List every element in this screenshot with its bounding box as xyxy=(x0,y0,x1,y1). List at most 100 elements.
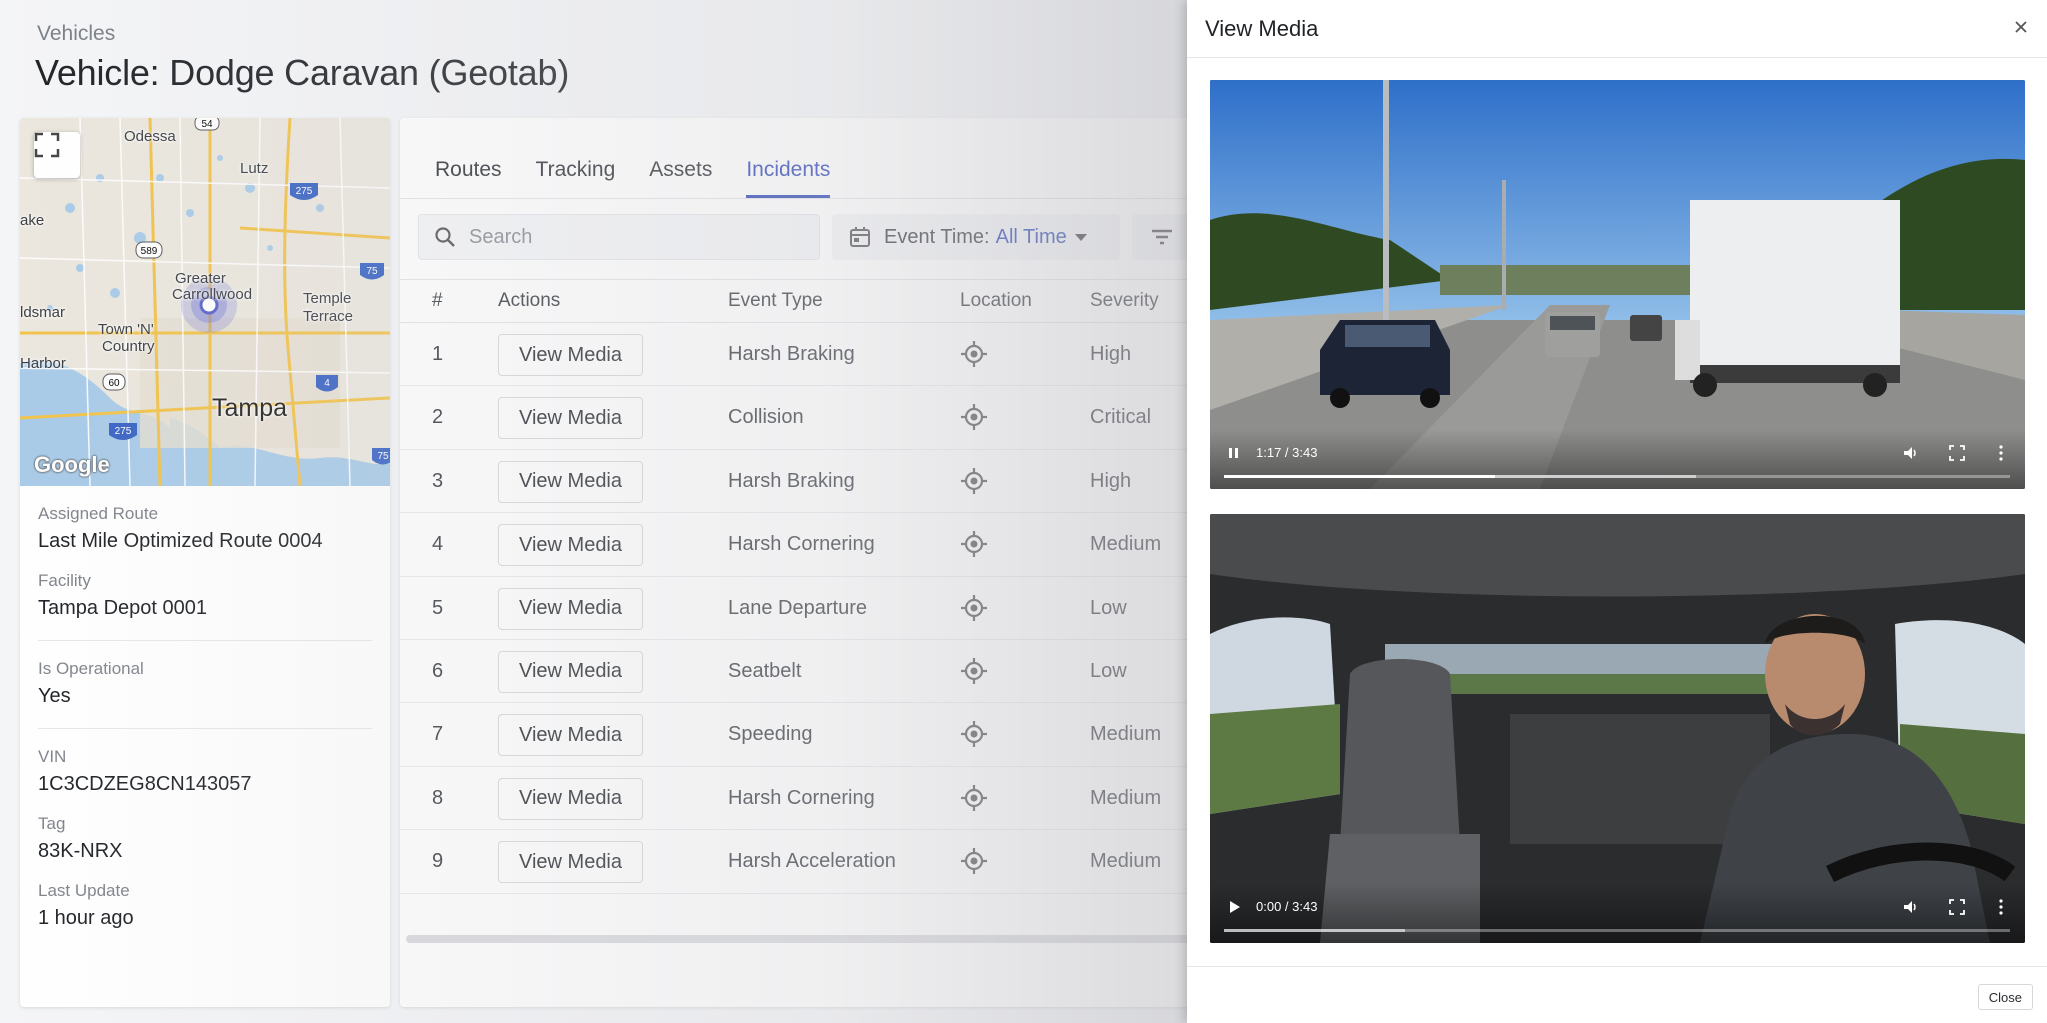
location-target-icon[interactable] xyxy=(960,784,988,812)
event-type: Harsh Braking xyxy=(728,343,855,365)
info-value: Yes xyxy=(38,685,71,707)
video-time: 0:00 / 3:43 xyxy=(1256,899,1318,914)
location-target-icon[interactable] xyxy=(960,847,988,875)
drawer-header: View Media xyxy=(1187,0,2047,58)
volume-icon[interactable] xyxy=(1901,443,1921,463)
view-media-button[interactable]: View Media xyxy=(498,334,643,376)
event-type: Seatbelt xyxy=(728,659,802,682)
fullscreen-icon[interactable] xyxy=(1947,897,1967,917)
tab-incidents[interactable]: Incidents xyxy=(746,158,831,198)
location-target-icon[interactable] xyxy=(960,720,988,748)
vehicle-summary-card: 54 275 589 75 60 4 275 75 Odessa Lutz ak… xyxy=(20,118,390,1007)
event-type: Harsh Braking xyxy=(728,469,855,492)
search-box[interactable] xyxy=(418,214,820,260)
drawer-close-button[interactable] xyxy=(2009,15,2033,39)
info-value: 1C3CDZEG8CN143057 xyxy=(38,773,252,795)
map-label: Tampa xyxy=(212,394,288,422)
page-title: Vehicle: Dodge Caravan (Geotab) xyxy=(35,52,570,93)
event-type: Lane Departure xyxy=(728,596,867,619)
view-media-button[interactable]: View Media xyxy=(498,777,643,820)
view-media-button[interactable]: View Media xyxy=(498,397,643,440)
video-progress-bar[interactable] xyxy=(1224,475,2010,478)
info-group-identity: VIN 1C3CDZEG8CN143057 Tag 83K-NRX Last U… xyxy=(38,729,372,950)
info-item: VIN 1C3CDZEG8CN143057 xyxy=(38,747,372,796)
severity: Critical xyxy=(1090,406,1152,429)
view-media-button[interactable]: View Media xyxy=(498,841,643,884)
tab-tracking[interactable]: Tracking xyxy=(536,158,616,198)
incident-number: 7 xyxy=(432,723,444,746)
incident-number: 2 xyxy=(432,406,444,429)
map-label: Temple xyxy=(303,290,352,307)
close-button[interactable]: Close xyxy=(1977,984,2033,1010)
svg-text:75: 75 xyxy=(366,266,378,277)
vehicle-location-map[interactable]: 54 275 589 75 60 4 275 75 Odessa Lutz ak… xyxy=(20,118,390,486)
volume-icon[interactable] xyxy=(1901,897,1921,917)
info-group-status: Is Operational Yes xyxy=(38,641,372,729)
pause-icon[interactable] xyxy=(1224,443,1244,463)
incident-number: 9 xyxy=(432,850,444,873)
drawer-title: View Media xyxy=(1205,16,1319,41)
location-target-icon[interactable] xyxy=(960,467,988,495)
location-target-icon[interactable] xyxy=(960,340,988,368)
search-input[interactable] xyxy=(469,225,789,249)
map-label: Lutz xyxy=(240,160,269,177)
column-header-event-type[interactable]: Event Type xyxy=(728,290,823,312)
location-target-icon[interactable] xyxy=(960,530,988,558)
play-icon[interactable] xyxy=(1224,897,1244,917)
tab-bar: Routes Tracking Assets Incidents xyxy=(435,158,831,198)
map-label: Harbor xyxy=(20,355,66,372)
event-type: Collision xyxy=(728,406,804,429)
incident-number: 8 xyxy=(432,786,444,809)
severity: Medium xyxy=(1090,786,1162,809)
incident-number: 4 xyxy=(432,533,444,556)
drawer-footer: Close xyxy=(1187,966,2047,1023)
event-type: Harsh Cornering xyxy=(728,786,875,809)
more-options-icon[interactable] xyxy=(1991,897,2011,917)
svg-text:75: 75 xyxy=(377,451,389,462)
svg-text:60: 60 xyxy=(108,378,120,389)
svg-text:4: 4 xyxy=(324,378,330,389)
view-media-button[interactable]: View Media xyxy=(498,524,643,567)
map-fullscreen-button[interactable] xyxy=(34,132,80,178)
info-label: Is Operational xyxy=(38,659,144,678)
svg-text:589: 589 xyxy=(141,246,158,257)
info-value: Last Mile Optimized Route 0004 xyxy=(38,530,323,552)
info-item: Facility Tampa Depot 0001 xyxy=(38,571,372,620)
event-time-label: Event Time: xyxy=(884,225,990,248)
video-buffer-fill xyxy=(1224,929,1405,932)
column-header-location[interactable]: Location xyxy=(960,290,1032,312)
tab-assets[interactable]: Assets xyxy=(649,158,712,198)
location-target-icon[interactable] xyxy=(960,403,988,431)
close-icon xyxy=(2015,21,2027,33)
severity: Medium xyxy=(1090,850,1162,873)
column-header-number[interactable]: # xyxy=(432,290,443,312)
info-label: VIN xyxy=(38,747,67,766)
tab-routes[interactable]: Routes xyxy=(435,158,502,198)
view-media-button[interactable]: View Media xyxy=(498,650,643,693)
breadcrumb[interactable]: Vehicles xyxy=(37,22,115,46)
severity: High xyxy=(1090,469,1132,492)
view-media-button[interactable]: View Media xyxy=(498,460,643,503)
more-options-icon[interactable] xyxy=(1991,443,2011,463)
driver-facing-video[interactable]: 0:00 / 3:43 xyxy=(1210,514,2025,943)
location-target-icon[interactable] xyxy=(960,594,988,622)
info-label: Last Update xyxy=(38,881,130,900)
view-media-button[interactable]: View Media xyxy=(498,714,643,757)
column-header-severity[interactable]: Severity xyxy=(1090,290,1159,312)
map-label: Terrace xyxy=(303,308,354,325)
video-progress-bar[interactable] xyxy=(1224,929,2010,932)
map-label: Odessa xyxy=(124,128,176,145)
event-time-value: All Time xyxy=(995,225,1067,248)
event-type: Harsh Cornering xyxy=(728,533,875,556)
filter-button[interactable] xyxy=(1132,214,1192,260)
view-media-button[interactable]: View Media xyxy=(498,587,643,630)
severity: Low xyxy=(1090,596,1127,619)
location-target-icon[interactable] xyxy=(960,657,988,685)
fullscreen-icon[interactable] xyxy=(1947,443,1967,463)
map-label: Carrollwood xyxy=(172,286,253,303)
info-value: Tampa Depot 0001 xyxy=(38,597,208,619)
event-type: Speeding xyxy=(728,723,813,746)
event-time-filter[interactable]: Event Time: All Time xyxy=(832,214,1120,260)
search-icon xyxy=(435,227,455,247)
road-facing-video[interactable]: 1:17 / 3:43 xyxy=(1210,80,2025,489)
